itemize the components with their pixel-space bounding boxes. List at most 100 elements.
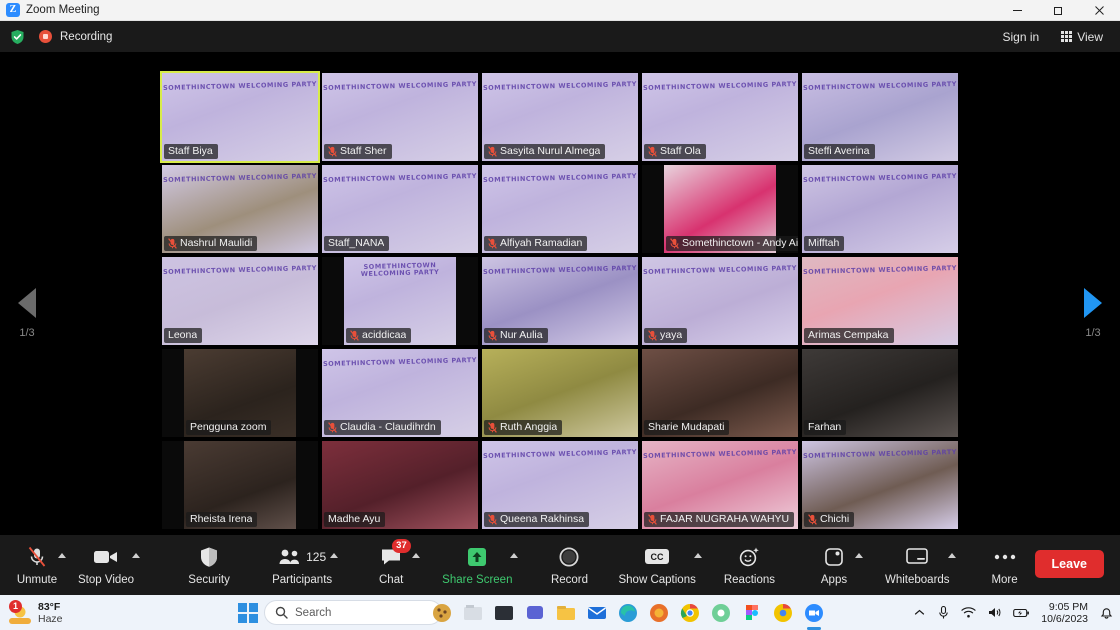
participant-tile[interactable]: SOMETHINCTOWN WELCOMING PARTYStaff Biya — [160, 71, 320, 163]
participant-tile[interactable]: SOMETHINCTOWN WELCOMING PARTYStaff Ola — [640, 71, 800, 163]
taskbar-app-explorer-icon[interactable] — [554, 601, 578, 625]
taskbar-app-mail-icon[interactable] — [585, 601, 609, 625]
toolbar-button-reactions[interactable]: Reactions — [720, 535, 779, 595]
chevron-up-icon[interactable] — [948, 553, 956, 558]
leave-button[interactable]: Leave — [1035, 550, 1104, 578]
chevron-up-icon[interactable] — [855, 553, 863, 558]
taskbar-app-edge-icon[interactable] — [616, 601, 640, 625]
toolbar-button-unmute[interactable]: Unmute — [10, 535, 64, 595]
participant-name: Madhe Ayu — [328, 513, 380, 525]
toolbar-button-participants[interactable]: 125Participants — [268, 535, 336, 595]
participant-name: Staff Ola — [660, 145, 701, 157]
recording-indicator[interactable]: Recording — [39, 30, 112, 43]
mic-muted-icon — [648, 514, 657, 525]
participant-tile[interactable]: SOMETHINCTOWN WELCOMING PARTYQueena Rakh… — [480, 439, 640, 531]
chevron-up-icon[interactable] — [58, 553, 66, 558]
participant-name: Somethinctown - Andy Ai... — [682, 237, 800, 249]
chevron-up-icon[interactable] — [913, 606, 926, 619]
participant-tile[interactable]: SOMETHINCTOWN WELCOMING PARTYArimas Cemp… — [800, 255, 960, 347]
maximize-button[interactable] — [1038, 0, 1079, 21]
participant-tile[interactable]: SOMETHINCTOWN WELCOMING PARTYNur Aulia — [480, 255, 640, 347]
participant-tile[interactable]: SOMETHINCTOWN WELCOMING PARTY Sasyita Nur… — [480, 71, 640, 163]
participant-name-badge: Queena Rakhinsa — [484, 512, 589, 527]
taskbar-app-firefox-icon[interactable] — [647, 601, 671, 625]
participant-tile[interactable]: SOMETHINCTOWN WELCOMING PARTYNashrul Mau… — [160, 163, 320, 255]
sign-in-button[interactable]: Sign in — [994, 26, 1049, 48]
toolbar-button-apps[interactable]: Apps — [807, 535, 861, 595]
toolbar-button-label: Unmute — [17, 574, 57, 586]
next-page-button[interactable]: 1/3 — [1068, 288, 1118, 339]
toolbar-button-whiteboards[interactable]: Whiteboards — [881, 535, 954, 595]
taskbar-app-cookie-icon[interactable] — [430, 601, 454, 625]
taskbar-app-teams-icon[interactable] — [523, 601, 547, 625]
mic-muted-icon — [808, 514, 817, 525]
view-button[interactable]: View — [1052, 26, 1112, 48]
toolbar-button-more[interactable]: More — [978, 535, 1032, 595]
taskbar-app-darkwindow-icon[interactable] — [492, 601, 516, 625]
microphone-icon[interactable] — [937, 605, 950, 620]
participant-tile[interactable]: SOMETHINCTOWN WELCOMING PARTYyaya — [640, 255, 800, 347]
participant-name-badge: Sasyita Nurul Almega — [484, 144, 605, 159]
chevron-up-icon[interactable] — [132, 553, 140, 558]
window-titlebar: Z Zoom Meeting — [0, 0, 1120, 21]
taskbar-app-chrome-icon[interactable] — [678, 601, 702, 625]
chevron-up-icon[interactable] — [412, 553, 420, 558]
virtual-background-banner: SOMETHINCTOWN WELCOMING PARTY — [802, 257, 958, 283]
taskbar-app-chrome-canary-icon[interactable] — [709, 601, 733, 625]
close-button[interactable] — [1079, 0, 1120, 21]
taskbar-app-zoom-icon[interactable] — [802, 601, 826, 625]
mic-muted-icon — [328, 422, 337, 433]
wifi-icon[interactable] — [961, 606, 976, 619]
search-input[interactable]: Search — [264, 600, 442, 625]
participant-tile[interactable]: Somethinctown - Andy Ai... — [640, 163, 800, 255]
participant-tile[interactable]: SOMETHINCTOWN WELCOMING PARTYAlfiyah Ram… — [480, 163, 640, 255]
chevron-up-icon[interactable] — [330, 553, 338, 558]
participant-tile[interactable]: SOMETHINCTOWN WELCOMING PARTYClaudia - C… — [320, 347, 480, 439]
mic-muted-icon — [488, 330, 497, 341]
toolbar-button-show-captions[interactable]: CCShow Captions — [614, 535, 699, 595]
participant-tile[interactable]: SOMETHINCTOWN WELCOMING PARTYChichi — [800, 439, 960, 531]
shield-check-icon[interactable] — [10, 29, 25, 45]
shield-icon — [199, 545, 219, 569]
toolbar-button-share-screen[interactable]: Share Screen — [438, 535, 516, 595]
minimize-button[interactable] — [997, 0, 1038, 21]
participant-tile[interactable]: Pengguna zoom — [160, 347, 320, 439]
virtual-background-banner: SOMETHINCTOWN WELCOMING PARTY — [482, 73, 638, 99]
virtual-background-banner: SOMETHINCTOWN WELCOMING PARTY — [322, 165, 478, 191]
record-icon — [558, 545, 580, 569]
mic-muted-icon — [648, 146, 657, 157]
chevron-up-icon[interactable] — [510, 553, 518, 558]
participant-tile[interactable]: Madhe Ayu — [320, 439, 480, 531]
taskbar-app-chrome2-icon[interactable] — [771, 601, 795, 625]
participant-tile[interactable]: SOMETHINCTOWN WELCOMING PARTYMifftah — [800, 163, 960, 255]
toolbar-button-record[interactable]: Record — [542, 535, 596, 595]
participant-tile[interactable]: SOMETHINCTOWN WELCOMING PARTYFAJAR NUGRA… — [640, 439, 800, 531]
taskbar-app-folder-icon[interactable] — [461, 601, 485, 625]
participant-tile[interactable]: Rheista Irena — [160, 439, 320, 531]
chat-unread-badge: 37 — [392, 539, 411, 553]
windows-start-icon[interactable] — [238, 603, 258, 623]
toolbar-button-security[interactable]: Security — [182, 535, 236, 595]
toolbar-button-stop-video[interactable]: Stop Video — [74, 535, 138, 595]
participant-tile[interactable]: Ruth Anggia — [480, 347, 640, 439]
participant-tile[interactable]: SOMETHINCTOWN WELCOMING PARTYSteffi Aver… — [800, 71, 960, 163]
participant-tile[interactable]: SOMETHINCTOWN WELCOMING PARTYLeona — [160, 255, 320, 347]
participant-tile[interactable]: SOMETHINCTOWN WELCOMING PARTYaciddicaa — [320, 255, 480, 347]
taskbar-app-figma-icon[interactable] — [740, 601, 764, 625]
previous-page-button[interactable]: 1/3 — [2, 288, 52, 339]
taskbar-clock[interactable]: 9:05 PM 10/6/2023 — [1041, 601, 1088, 625]
chevron-up-icon[interactable] — [694, 553, 702, 558]
clock-date: 10/6/2023 — [1041, 613, 1088, 625]
participant-tile[interactable]: SOMETHINCTOWN WELCOMING PARTYStaff Sher — [320, 71, 480, 163]
participant-tile[interactable]: Sharie Mudapati — [640, 347, 800, 439]
header-right-actions: Sign in View — [994, 26, 1113, 48]
battery-icon[interactable] — [1013, 607, 1030, 619]
weather-condition: Haze — [38, 613, 63, 625]
weather-widget[interactable]: 1 83°F Haze — [8, 601, 63, 625]
toolbar-button-chat[interactable]: 37Chat — [364, 535, 418, 595]
participant-tile[interactable]: SOMETHINCTOWN WELCOMING PARTYStaff_NANA — [320, 163, 480, 255]
notification-icon[interactable] — [1099, 606, 1114, 620]
participant-tile[interactable]: Farhan — [800, 347, 960, 439]
speaker-icon[interactable] — [987, 606, 1002, 619]
virtual-background-banner: SOMETHINCTOWN WELCOMING PARTY — [162, 257, 318, 283]
